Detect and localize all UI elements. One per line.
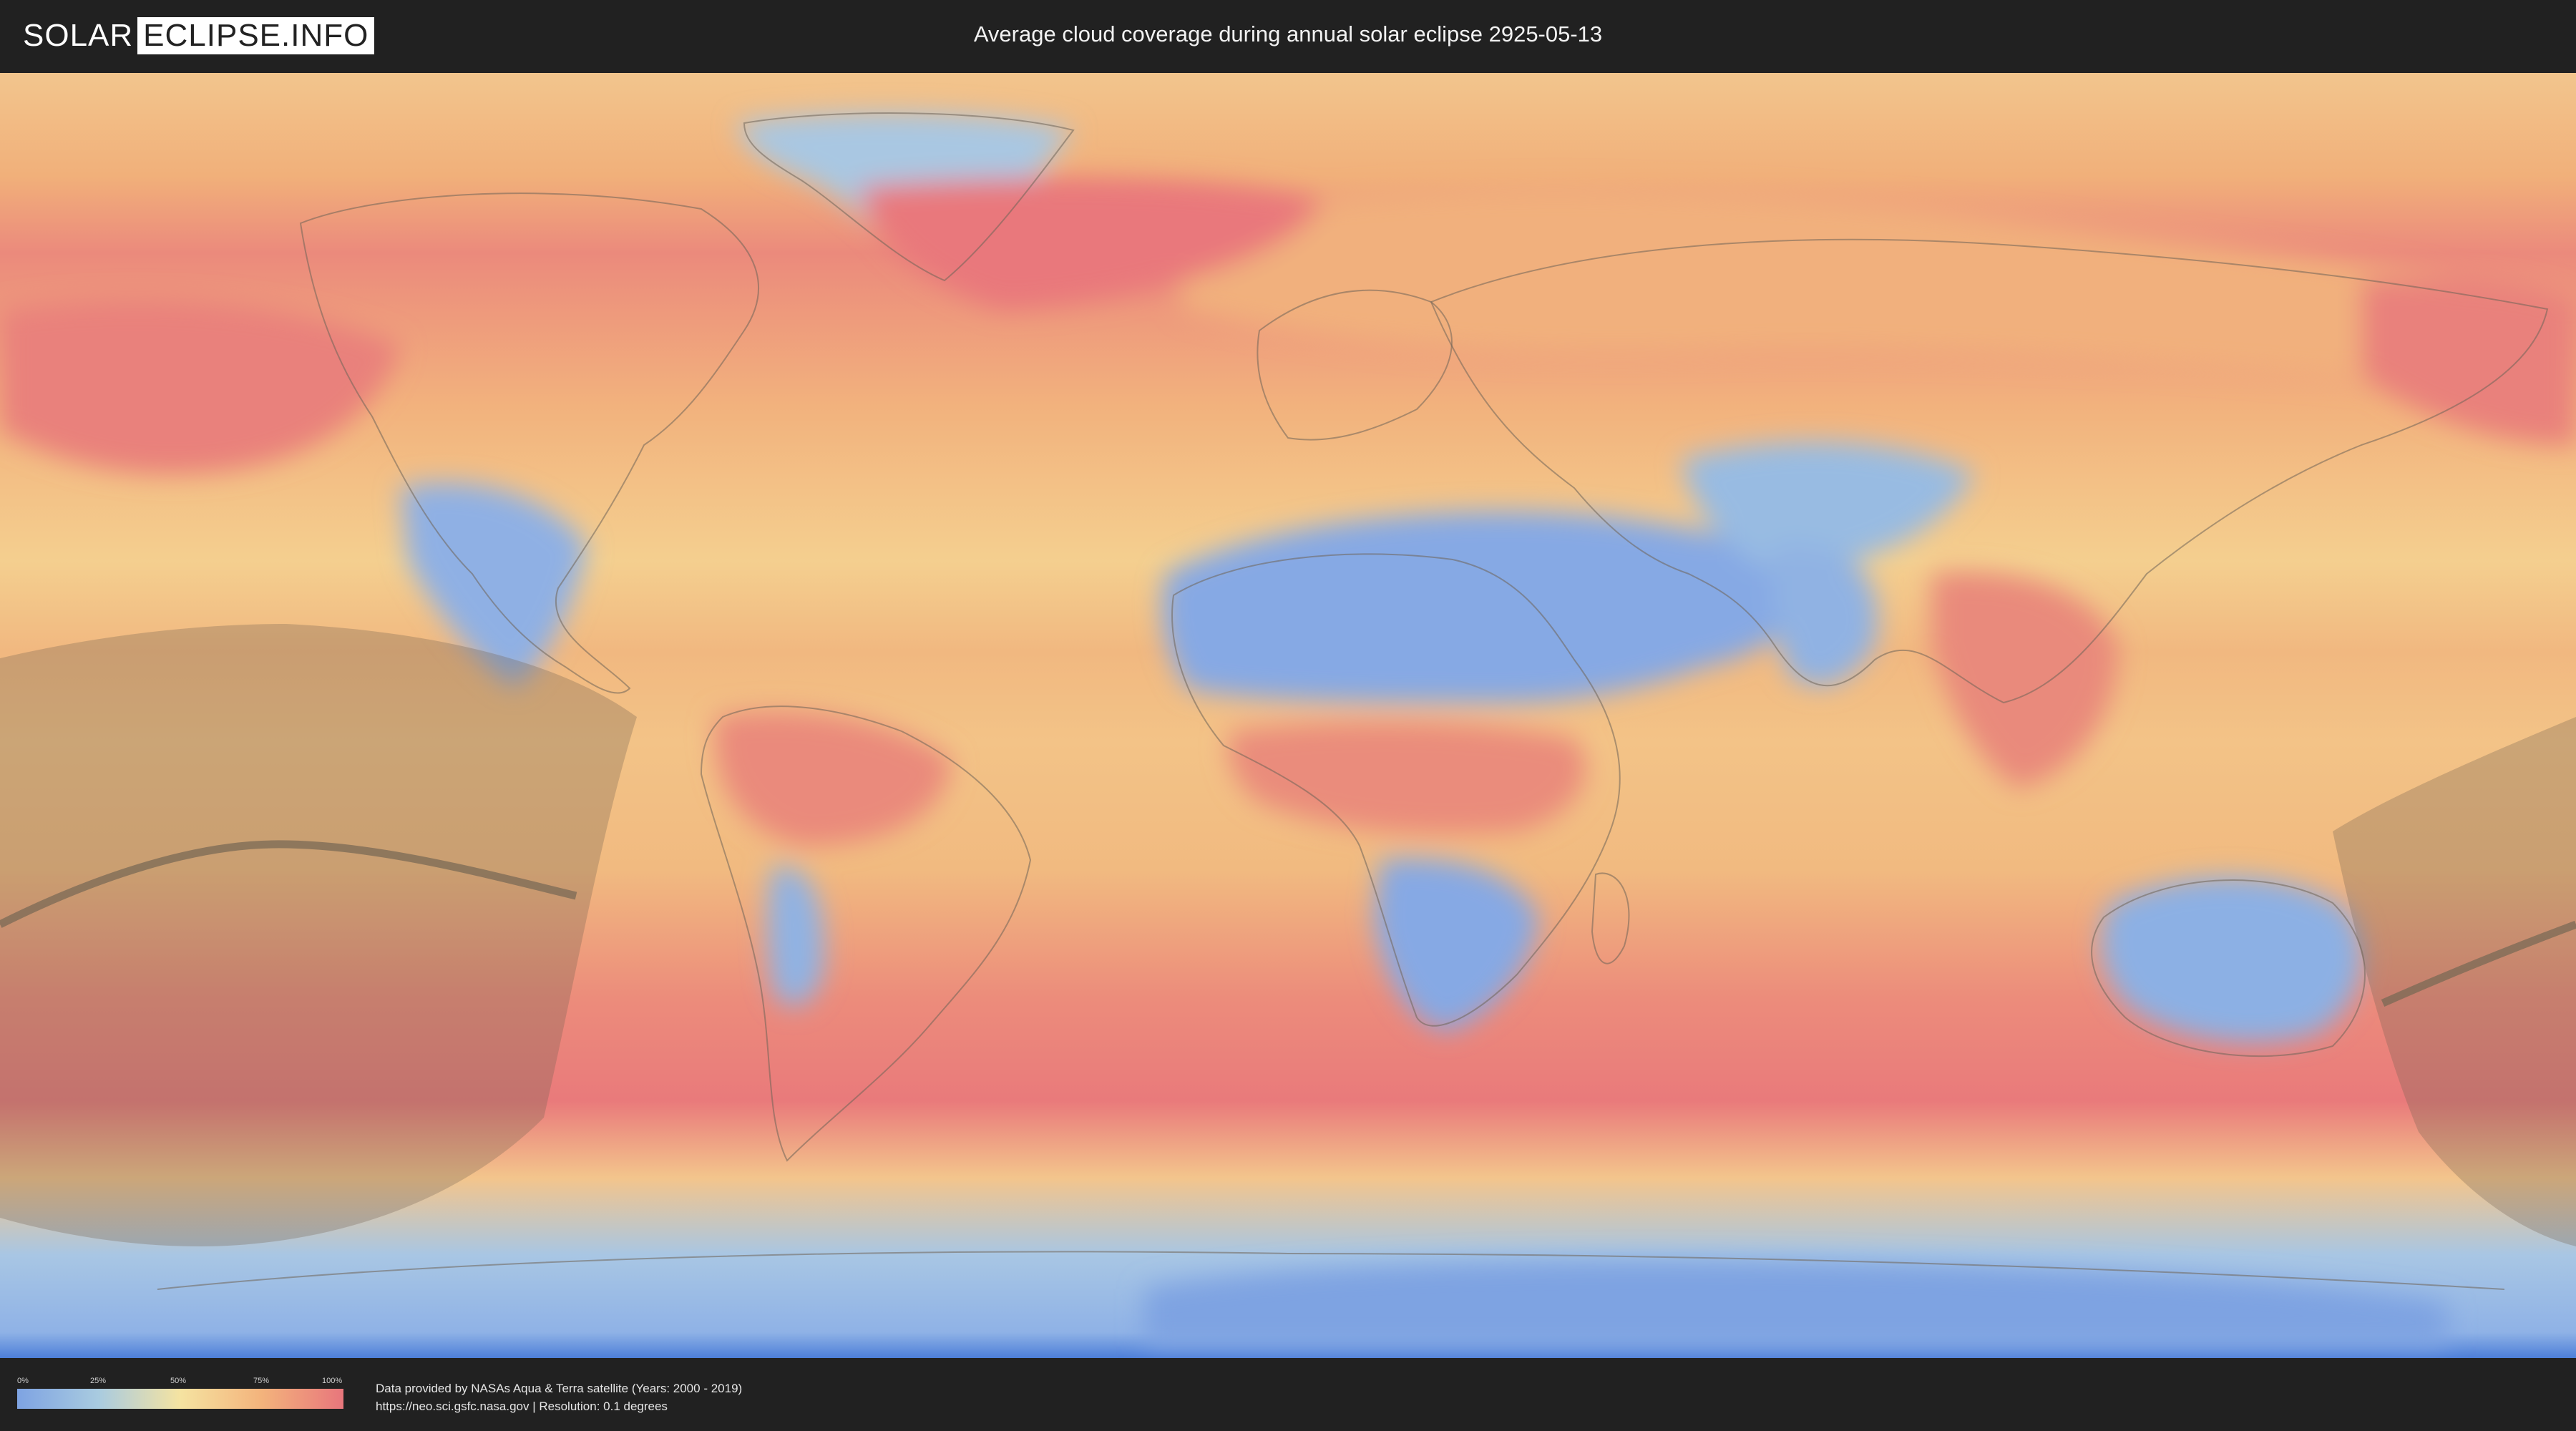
data-source: Data provided by NASAs Aqua & Terra sate…: [376, 1379, 742, 1415]
page-title: Average cloud coverage during annual sol…: [973, 21, 1603, 47]
data-source-line-2[interactable]: https://neo.sci.gsfc.nasa.gov | Resoluti…: [376, 1397, 742, 1415]
cloud-coverage-legend: 0% 25% 50% 75% 100%: [17, 1377, 343, 1411]
legend-tick-0: 0%: [17, 1377, 29, 1385]
legend-tick-50: 50%: [170, 1377, 187, 1385]
cloud-coverage-map: [0, 73, 2576, 1358]
legend-tick-100: 100%: [322, 1377, 343, 1385]
legend-tick-25: 25%: [90, 1377, 107, 1385]
data-source-line-1: Data provided by NASAs Aqua & Terra sate…: [376, 1382, 743, 1395]
legend-tick-75: 75%: [253, 1377, 270, 1385]
footer: 0% 25% 50% 75% 100% Data provided by NAS…: [0, 1358, 2576, 1431]
world-map-svg: [0, 73, 2576, 1358]
header: SOLAR ECLIPSE.INFO Average cloud coverag…: [0, 0, 2576, 72]
legend-color-bar: [17, 1389, 343, 1409]
